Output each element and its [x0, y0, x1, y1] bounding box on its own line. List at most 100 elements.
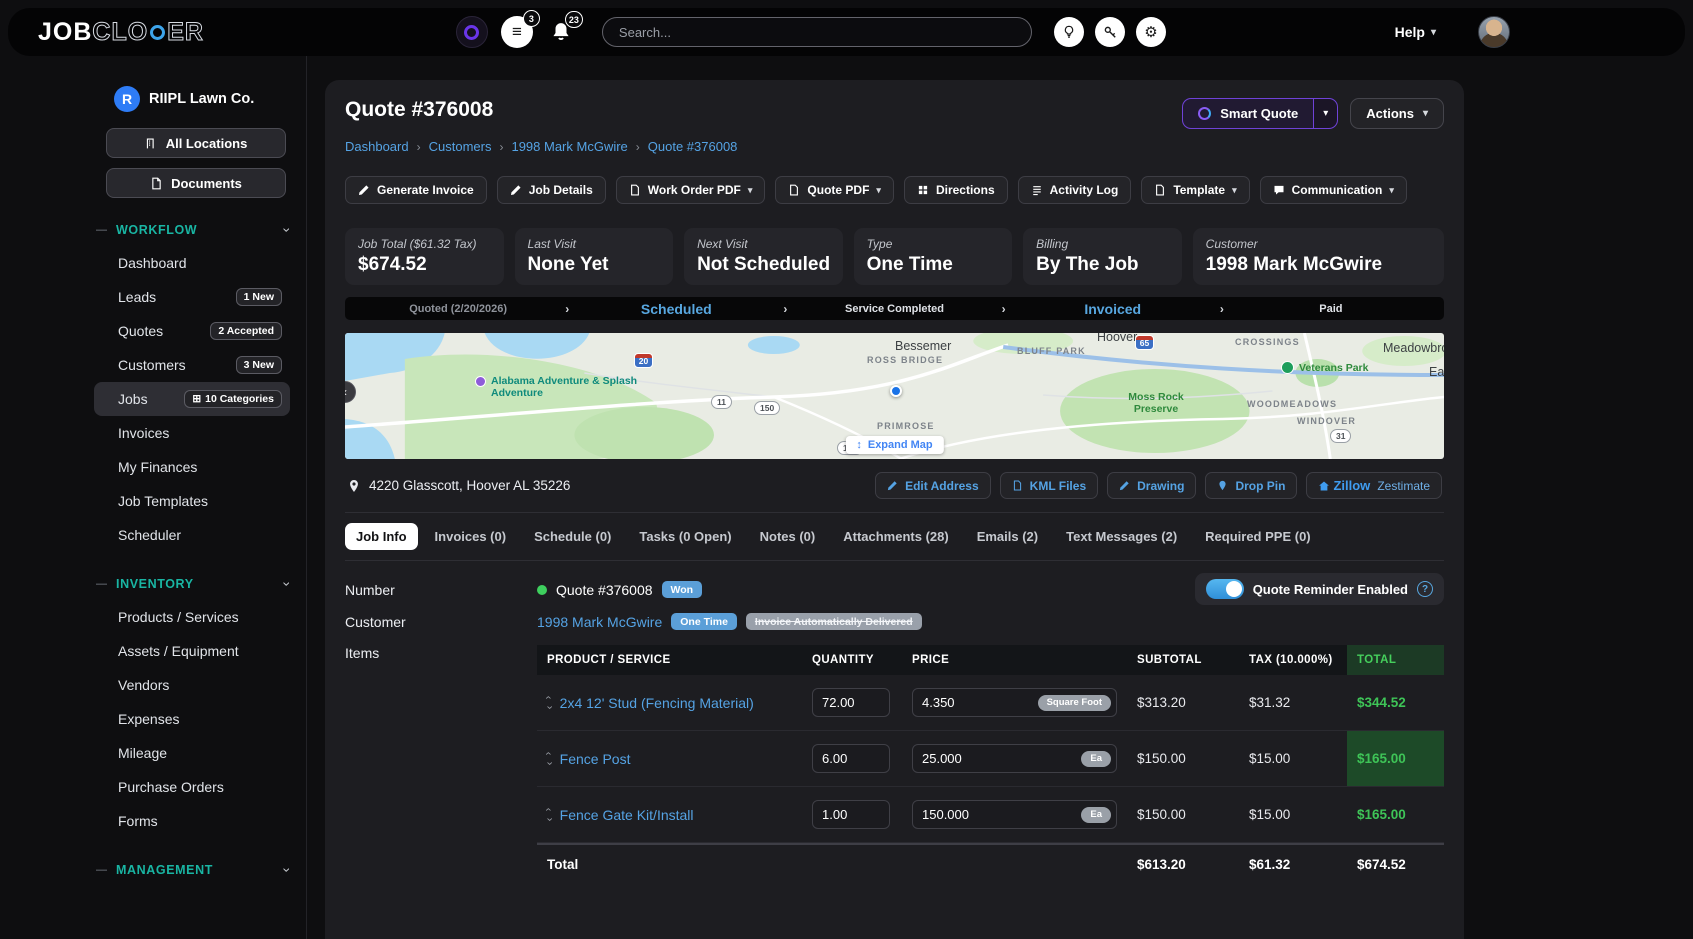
app-logo[interactable]: JOBCLOER: [38, 18, 204, 47]
map-label-bluff-park: BLUFF PARK: [1017, 346, 1086, 356]
sidebar-item-vendors[interactable]: Vendors: [94, 668, 290, 702]
tab-required-ppe[interactable]: Required PPE (0): [1194, 523, 1321, 550]
api-keys-button[interactable]: [1095, 17, 1125, 47]
settings-button[interactable]: ⚙: [1136, 17, 1166, 47]
user-avatar[interactable]: [1478, 16, 1510, 48]
section-marker-icon: —: [96, 864, 107, 876]
generate-invoice-button[interactable]: Generate Invoice: [345, 176, 487, 204]
sidebar-item-jobs[interactable]: Jobs⊞10 Categories: [94, 382, 290, 416]
one-time-badge: One Time: [671, 613, 737, 630]
tab-emails[interactable]: Emails (2): [966, 523, 1049, 550]
map-label-meadowbrook: Meadowbrook: [1383, 341, 1444, 355]
sidebar-item-scheduler[interactable]: Scheduler: [94, 518, 290, 552]
company-row[interactable]: R RIIPL Lawn Co.: [94, 86, 290, 112]
edit-address-button[interactable]: Edit Address: [875, 472, 991, 499]
sidebar-item-products-services[interactable]: Products / Services: [94, 600, 290, 634]
move-up-icon[interactable]: ›: [544, 696, 553, 700]
progress-step-invoiced[interactable]: Invoiced: [1006, 301, 1220, 317]
tab-attachments[interactable]: Attachments (28): [832, 523, 959, 550]
all-locations-button[interactable]: All Locations: [106, 128, 286, 158]
smart-quote-dropdown-button[interactable]: ▾: [1313, 98, 1338, 129]
directions-button[interactable]: Directions: [904, 176, 1008, 204]
map-label-woodmeadows: WOODMEADOWS: [1247, 399, 1337, 409]
progress-step-quoted[interactable]: Quoted (2/20/2026): [351, 303, 565, 315]
progress-step-scheduled[interactable]: Scheduled: [569, 301, 783, 317]
sidebar-item-job-templates[interactable]: Job Templates: [94, 484, 290, 518]
tab-schedule[interactable]: Schedule (0): [523, 523, 622, 550]
logo-text-light-2: ER: [167, 18, 204, 47]
sidebar-item-invoices[interactable]: Invoices: [94, 416, 290, 450]
product-link[interactable]: Fence Gate Kit/Install: [560, 807, 694, 823]
total-cell: $344.52: [1347, 675, 1444, 730]
move-up-icon[interactable]: ›: [544, 752, 553, 756]
inventory-nav: Products / Services Assets / Equipment V…: [94, 600, 290, 838]
caret-down-icon: ▾: [876, 185, 881, 196]
move-down-icon[interactable]: ›: [544, 762, 553, 766]
tab-job-info[interactable]: Job Info: [345, 523, 418, 550]
sidebar-item-dashboard[interactable]: Dashboard: [94, 246, 290, 280]
product-link[interactable]: 2x4 12' Stud (Fencing Material): [560, 695, 754, 711]
smart-quote-button[interactable]: Smart Quote: [1182, 98, 1313, 129]
quantity-input[interactable]: [812, 744, 890, 773]
section-inventory[interactable]: — INVENTORY ›: [96, 576, 290, 592]
progress-step-service-completed[interactable]: Service Completed: [787, 303, 1001, 315]
breadcrumb-separator-icon: ›: [628, 140, 648, 154]
activity-log-button[interactable]: Activity Log: [1018, 176, 1132, 204]
drop-pin-button[interactable]: Drop Pin: [1205, 472, 1297, 499]
documents-label: Documents: [171, 176, 242, 191]
product-link[interactable]: Fence Post: [560, 751, 631, 767]
tab-tasks[interactable]: Tasks (0 Open): [628, 523, 742, 550]
sidebar-item-expenses[interactable]: Expenses: [94, 702, 290, 736]
all-locations-label: All Locations: [166, 136, 248, 151]
notifications-button[interactable]: 23: [546, 17, 576, 47]
move-up-icon[interactable]: ›: [544, 808, 553, 812]
sidebar-item-assets-equipment[interactable]: Assets / Equipment: [94, 634, 290, 668]
zillow-zestimate-button[interactable]: Zillow Zestimate: [1306, 472, 1442, 499]
tab-notes[interactable]: Notes (0): [749, 523, 827, 550]
tab-text-messages[interactable]: Text Messages (2): [1055, 523, 1188, 550]
work-order-pdf-button[interactable]: Work Order PDF ▾: [616, 176, 766, 204]
sidebar-item-my-finances[interactable]: My Finances: [94, 450, 290, 484]
breadcrumb-link-customers[interactable]: Customers: [429, 139, 492, 154]
sidebar-item-quotes[interactable]: Quotes2 Accepted: [94, 314, 290, 348]
quantity-input[interactable]: [812, 688, 890, 717]
help-menu[interactable]: Help ▾: [1395, 24, 1436, 40]
breadcrumb-link-dashboard[interactable]: Dashboard: [345, 139, 409, 154]
kml-files-button[interactable]: KML Files: [1000, 472, 1098, 499]
communication-button[interactable]: Communication ▾: [1260, 176, 1407, 204]
sidebar-item-leads[interactable]: Leads1 New: [94, 280, 290, 314]
sidebar-item-customers[interactable]: Customers3 New: [94, 348, 290, 382]
quote-pdf-button[interactable]: Quote PDF ▾: [775, 176, 894, 204]
quote-reminder-toggle[interactable]: [1206, 579, 1244, 599]
quantity-input[interactable]: [812, 800, 890, 829]
expand-map-button[interactable]: ↕ Expand Map: [845, 436, 943, 454]
record-ring-button[interactable]: [456, 16, 488, 48]
map[interactable]: Bessemer Hoover Meadowbrook Eagle ROSS B…: [345, 333, 1444, 459]
stat-cards: Job Total ($61.32 Tax)$674.52 Last Visit…: [345, 228, 1444, 285]
actions-button[interactable]: Actions ▾: [1350, 98, 1444, 129]
section-workflow[interactable]: — WORKFLOW ›: [96, 222, 290, 238]
task-menu-button[interactable]: ≡ 3: [501, 16, 533, 48]
grid-icon: [917, 184, 929, 196]
template-button[interactable]: Template ▾: [1141, 176, 1249, 204]
help-question-icon[interactable]: ?: [1417, 581, 1433, 597]
progress-step-paid[interactable]: Paid: [1224, 303, 1438, 315]
sidebar-item-forms[interactable]: Forms: [94, 804, 290, 838]
move-down-icon[interactable]: ›: [544, 706, 553, 710]
total-label: Total: [537, 845, 802, 884]
section-management[interactable]: — MANAGEMENT ›: [96, 862, 290, 878]
job-details-button[interactable]: Job Details: [497, 176, 606, 204]
move-down-icon[interactable]: ›: [544, 818, 553, 822]
breadcrumb-link-customer[interactable]: 1998 Mark McGwire: [511, 139, 627, 154]
breadcrumb-link-quote[interactable]: Quote #376008: [648, 139, 738, 154]
sidebar-item-purchase-orders[interactable]: Purchase Orders: [94, 770, 290, 804]
tab-invoices[interactable]: Invoices (0): [424, 523, 518, 550]
documents-button[interactable]: Documents: [106, 168, 286, 198]
drawing-button[interactable]: Drawing: [1107, 472, 1196, 499]
search-input[interactable]: [602, 17, 1032, 47]
map-pin[interactable]: [890, 385, 902, 397]
sidebar-item-mileage[interactable]: Mileage: [94, 736, 290, 770]
task-count-badge: 3: [523, 10, 540, 27]
ideas-button[interactable]: [1054, 17, 1084, 47]
customer-link[interactable]: 1998 Mark McGwire: [537, 614, 662, 630]
